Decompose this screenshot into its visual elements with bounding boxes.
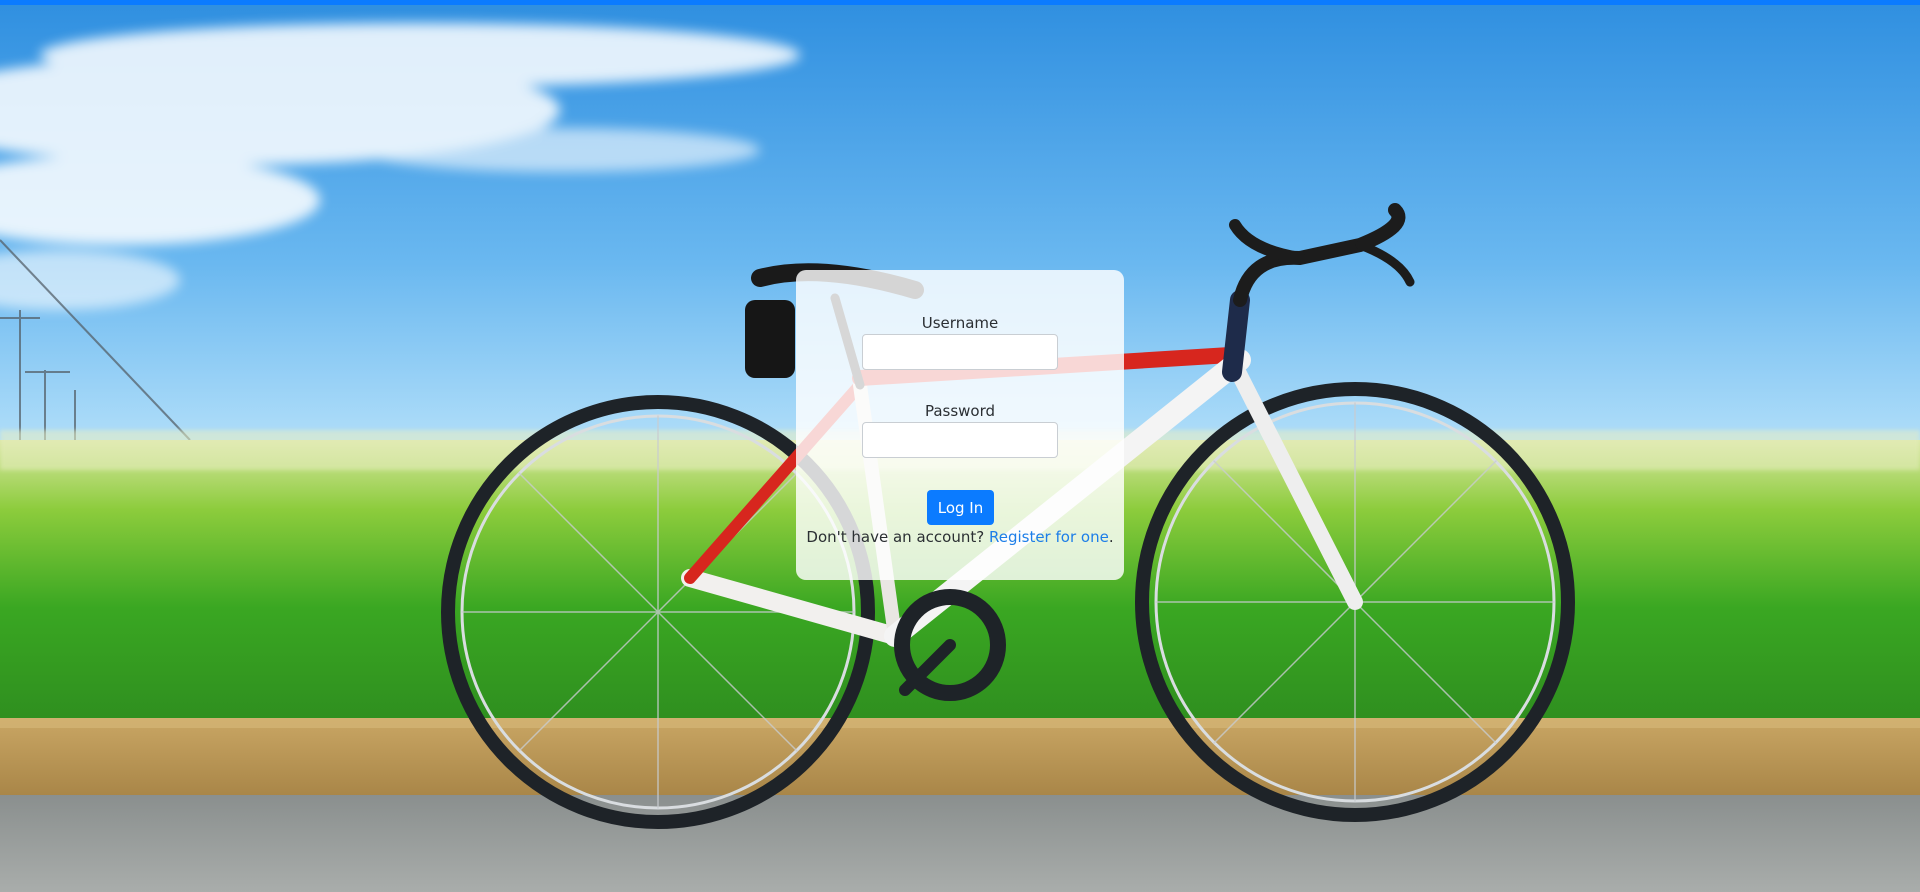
- password-input[interactable]: [862, 422, 1058, 458]
- login-button[interactable]: Log In: [927, 490, 994, 525]
- register-suffix: .: [1108, 528, 1114, 546]
- register-prompt-text: Don't have an account?: [806, 528, 985, 546]
- username-input[interactable]: [862, 334, 1058, 370]
- top-accent-bar: [0, 0, 1920, 5]
- register-link[interactable]: Register for one: [989, 528, 1109, 546]
- login-card: Username Password Log In Don't have an a…: [796, 270, 1124, 580]
- password-label: Password: [924, 402, 996, 420]
- register-prompt-line: Don't have an account? Register for one.: [796, 528, 1124, 546]
- username-label: Username: [921, 314, 999, 332]
